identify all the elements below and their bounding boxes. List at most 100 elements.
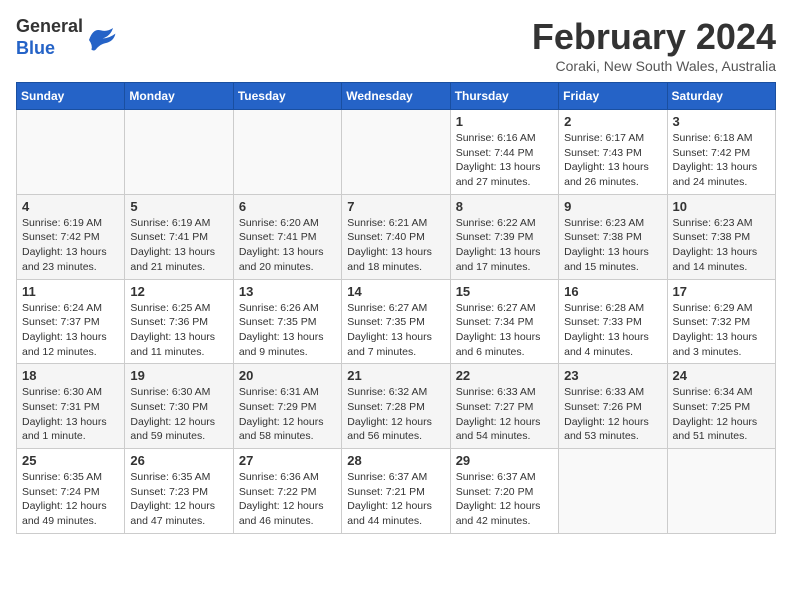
day-number: 3 <box>673 114 770 129</box>
day-number: 29 <box>456 453 553 468</box>
day-number: 20 <box>239 368 336 383</box>
day-info: Sunrise: 6:28 AM Sunset: 7:33 PM Dayligh… <box>564 301 661 360</box>
logo-bird-icon <box>85 24 117 52</box>
day-info: Sunrise: 6:33 AM Sunset: 7:26 PM Dayligh… <box>564 385 661 444</box>
day-info: Sunrise: 6:35 AM Sunset: 7:24 PM Dayligh… <box>22 470 119 529</box>
day-info: Sunrise: 6:19 AM Sunset: 7:41 PM Dayligh… <box>130 216 227 275</box>
calendar-week-row: 11 Sunrise: 6:24 AM Sunset: 7:37 PM Dayli… <box>17 279 776 364</box>
day-number: 18 <box>22 368 119 383</box>
calendar-cell: 7Sunrise: 6:21 AM Sunset: 7:40 PM Daylig… <box>342 194 450 279</box>
calendar-table: SundayMondayTuesdayWednesdayThursdayFrid… <box>16 82 776 534</box>
day-number: 26 <box>130 453 227 468</box>
calendar-week-row: 4 Sunrise: 6:19 AM Sunset: 7:42 PM Daylig… <box>17 194 776 279</box>
day-info: Sunrise: 6:37 AM Sunset: 7:21 PM Dayligh… <box>347 470 444 529</box>
day-info: Sunrise: 6:33 AM Sunset: 7:27 PM Dayligh… <box>456 385 553 444</box>
logo-text: General Blue <box>16 16 83 59</box>
day-number: 14 <box>347 284 444 299</box>
calendar-cell: 3 Sunrise: 6:18 AM Sunset: 7:42 PM Daylig… <box>667 110 775 195</box>
page-header: General Blue February 2024 Coraki, New S… <box>16 16 776 74</box>
calendar-header: SundayMondayTuesdayWednesdayThursdayFrid… <box>17 83 776 110</box>
calendar-cell: 11 Sunrise: 6:24 AM Sunset: 7:37 PM Dayli… <box>17 279 125 364</box>
calendar-cell: 23 Sunrise: 6:33 AM Sunset: 7:26 PM Dayli… <box>559 364 667 449</box>
day-info: Sunrise: 6:27 AM Sunset: 7:34 PM Dayligh… <box>456 301 553 360</box>
calendar-cell: 19Sunrise: 6:30 AM Sunset: 7:30 PM Dayli… <box>125 364 233 449</box>
calendar-cell: 21 Sunrise: 6:32 AM Sunset: 7:28 PM Dayli… <box>342 364 450 449</box>
day-info: Sunrise: 6:27 AM Sunset: 7:35 PM Dayligh… <box>347 301 444 360</box>
day-info: Sunrise: 6:18 AM Sunset: 7:42 PM Dayligh… <box>673 131 770 190</box>
calendar-week-row: 1Sunrise: 6:16 AM Sunset: 7:44 PM Daylig… <box>17 110 776 195</box>
calendar-cell <box>342 110 450 195</box>
day-info: Sunrise: 6:26 AM Sunset: 7:35 PM Dayligh… <box>239 301 336 360</box>
weekday-header: Friday <box>559 83 667 110</box>
calendar-cell: 12Sunrise: 6:25 AM Sunset: 7:36 PM Dayli… <box>125 279 233 364</box>
day-info: Sunrise: 6:34 AM Sunset: 7:25 PM Dayligh… <box>673 385 770 444</box>
calendar-cell: 24Sunrise: 6:34 AM Sunset: 7:25 PM Dayli… <box>667 364 775 449</box>
day-number: 22 <box>456 368 553 383</box>
calendar-body: 1Sunrise: 6:16 AM Sunset: 7:44 PM Daylig… <box>17 110 776 534</box>
day-info: Sunrise: 6:31 AM Sunset: 7:29 PM Dayligh… <box>239 385 336 444</box>
day-info: Sunrise: 6:24 AM Sunset: 7:37 PM Dayligh… <box>22 301 119 360</box>
day-info: Sunrise: 6:16 AM Sunset: 7:44 PM Dayligh… <box>456 131 553 190</box>
day-info: Sunrise: 6:36 AM Sunset: 7:22 PM Dayligh… <box>239 470 336 529</box>
calendar-cell: 15 Sunrise: 6:27 AM Sunset: 7:34 PM Dayli… <box>450 279 558 364</box>
day-info: Sunrise: 6:23 AM Sunset: 7:38 PM Dayligh… <box>564 216 661 275</box>
day-number: 5 <box>130 199 227 214</box>
day-number: 23 <box>564 368 661 383</box>
day-info: Sunrise: 6:23 AM Sunset: 7:38 PM Dayligh… <box>673 216 770 275</box>
day-info: Sunrise: 6:29 AM Sunset: 7:32 PM Dayligh… <box>673 301 770 360</box>
day-info: Sunrise: 6:25 AM Sunset: 7:36 PM Dayligh… <box>130 301 227 360</box>
location: Coraki, New South Wales, Australia <box>532 58 776 74</box>
day-info: Sunrise: 6:35 AM Sunset: 7:23 PM Dayligh… <box>130 470 227 529</box>
day-number: 4 <box>22 199 119 214</box>
day-number: 27 <box>239 453 336 468</box>
weekday-header: Saturday <box>667 83 775 110</box>
calendar-cell <box>17 110 125 195</box>
day-number: 21 <box>347 368 444 383</box>
day-info: Sunrise: 6:37 AM Sunset: 7:20 PM Dayligh… <box>456 470 553 529</box>
calendar-cell: 17 Sunrise: 6:29 AM Sunset: 7:32 PM Dayli… <box>667 279 775 364</box>
calendar-cell <box>667 449 775 534</box>
calendar-cell: 22 Sunrise: 6:33 AM Sunset: 7:27 PM Dayli… <box>450 364 558 449</box>
day-info: Sunrise: 6:22 AM Sunset: 7:39 PM Dayligh… <box>456 216 553 275</box>
calendar-cell: 29 Sunrise: 6:37 AM Sunset: 7:20 PM Dayli… <box>450 449 558 534</box>
calendar-cell <box>125 110 233 195</box>
calendar-cell: 20 Sunrise: 6:31 AM Sunset: 7:29 PM Dayli… <box>233 364 341 449</box>
calendar-cell: 2 Sunrise: 6:17 AM Sunset: 7:43 PM Daylig… <box>559 110 667 195</box>
title-block: February 2024 Coraki, New South Wales, A… <box>532 16 776 74</box>
calendar-week-row: 25Sunrise: 6:35 AM Sunset: 7:24 PM Dayli… <box>17 449 776 534</box>
day-number: 6 <box>239 199 336 214</box>
day-info: Sunrise: 6:32 AM Sunset: 7:28 PM Dayligh… <box>347 385 444 444</box>
calendar-cell <box>233 110 341 195</box>
calendar-cell: 4 Sunrise: 6:19 AM Sunset: 7:42 PM Daylig… <box>17 194 125 279</box>
day-number: 2 <box>564 114 661 129</box>
calendar-cell: 5 Sunrise: 6:19 AM Sunset: 7:41 PM Daylig… <box>125 194 233 279</box>
day-number: 16 <box>564 284 661 299</box>
calendar-cell: 16 Sunrise: 6:28 AM Sunset: 7:33 PM Dayli… <box>559 279 667 364</box>
calendar-cell: 28 Sunrise: 6:37 AM Sunset: 7:21 PM Dayli… <box>342 449 450 534</box>
day-info: Sunrise: 6:20 AM Sunset: 7:41 PM Dayligh… <box>239 216 336 275</box>
day-number: 11 <box>22 284 119 299</box>
calendar-cell: 8Sunrise: 6:22 AM Sunset: 7:39 PM Daylig… <box>450 194 558 279</box>
day-number: 28 <box>347 453 444 468</box>
weekday-row: SundayMondayTuesdayWednesdayThursdayFrid… <box>17 83 776 110</box>
calendar-cell: 9Sunrise: 6:23 AM Sunset: 7:38 PM Daylig… <box>559 194 667 279</box>
day-number: 15 <box>456 284 553 299</box>
weekday-header: Sunday <box>17 83 125 110</box>
calendar-cell: 6 Sunrise: 6:20 AM Sunset: 7:41 PM Daylig… <box>233 194 341 279</box>
logo: General Blue <box>16 16 117 59</box>
calendar-cell: 25Sunrise: 6:35 AM Sunset: 7:24 PM Dayli… <box>17 449 125 534</box>
calendar-cell: 13 Sunrise: 6:26 AM Sunset: 7:35 PM Dayli… <box>233 279 341 364</box>
weekday-header: Monday <box>125 83 233 110</box>
day-number: 7 <box>347 199 444 214</box>
weekday-header: Wednesday <box>342 83 450 110</box>
month-title: February 2024 <box>532 16 776 58</box>
calendar-cell <box>559 449 667 534</box>
day-info: Sunrise: 6:19 AM Sunset: 7:42 PM Dayligh… <box>22 216 119 275</box>
day-number: 10 <box>673 199 770 214</box>
day-number: 13 <box>239 284 336 299</box>
calendar-cell: 14 Sunrise: 6:27 AM Sunset: 7:35 PM Dayli… <box>342 279 450 364</box>
calendar-cell: 10 Sunrise: 6:23 AM Sunset: 7:38 PM Dayli… <box>667 194 775 279</box>
day-number: 17 <box>673 284 770 299</box>
calendar-cell: 27 Sunrise: 6:36 AM Sunset: 7:22 PM Dayli… <box>233 449 341 534</box>
day-info: Sunrise: 6:17 AM Sunset: 7:43 PM Dayligh… <box>564 131 661 190</box>
